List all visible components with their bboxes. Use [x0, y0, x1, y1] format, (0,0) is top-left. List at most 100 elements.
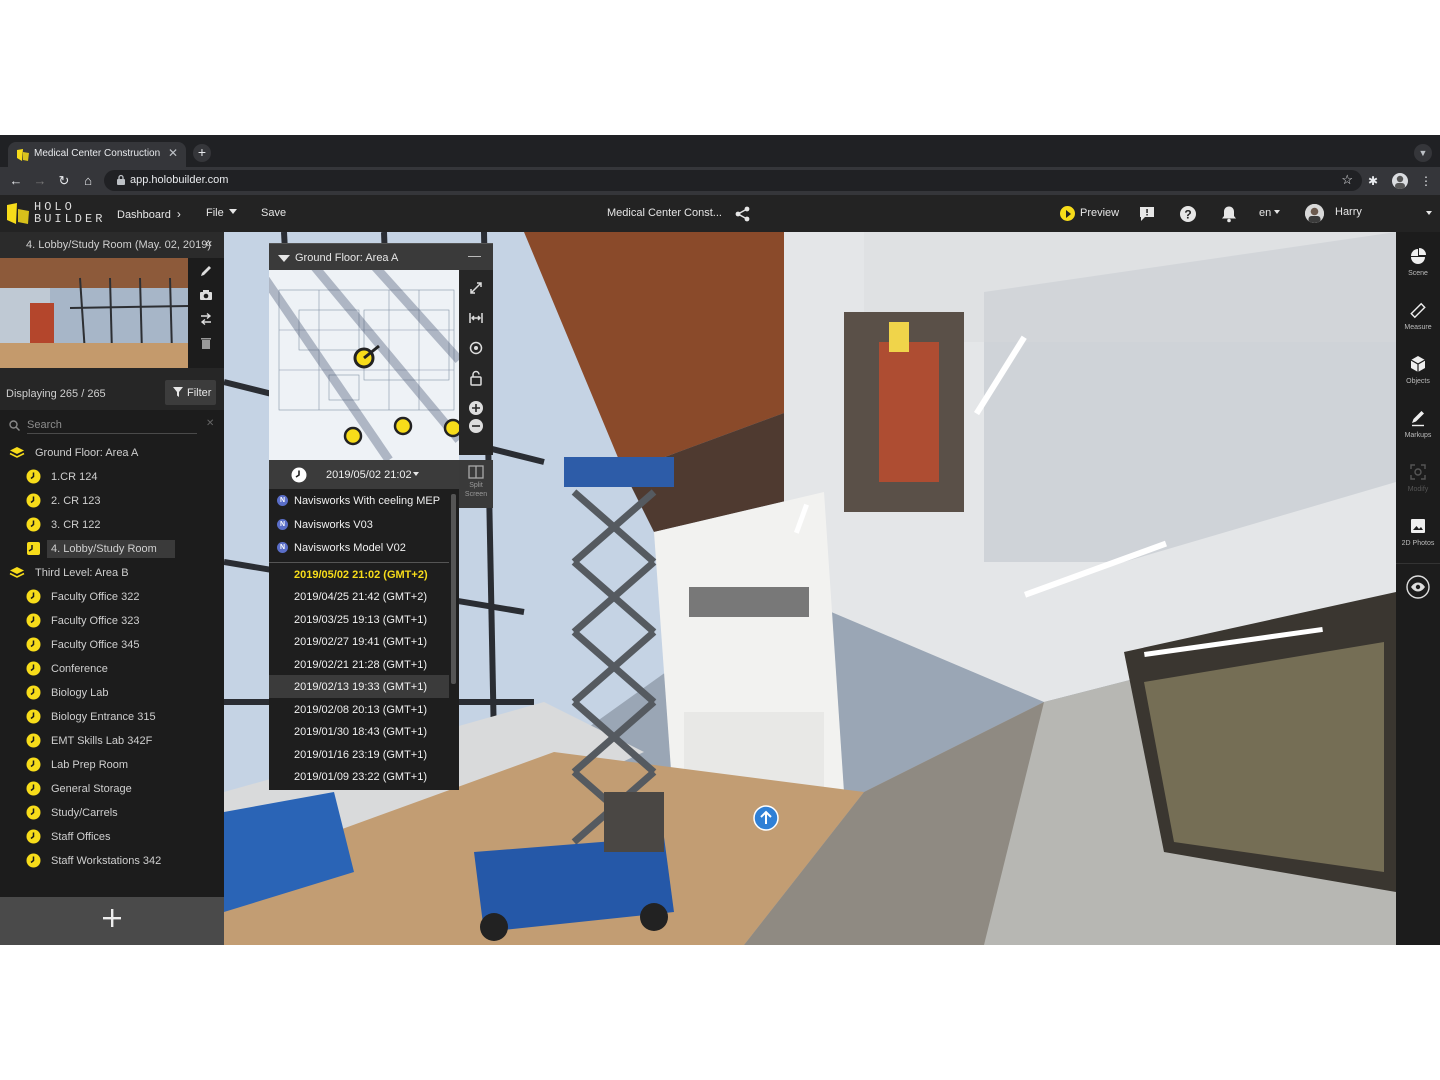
- view-mode-eye-icon[interactable]: [1406, 575, 1430, 599]
- bim-model-item[interactable]: N Navisworks V03: [269, 513, 449, 537]
- minimap-header[interactable]: Ground Floor: Area A —: [269, 243, 493, 270]
- home-icon[interactable]: ⌂: [79, 172, 97, 190]
- language-select[interactable]: en: [1259, 207, 1281, 219]
- locate-icon[interactable]: [468, 340, 484, 356]
- tree-item-selected[interactable]: 4. Lobby/Study Room: [0, 537, 224, 561]
- clock-icon: [26, 637, 41, 652]
- capture-date-label: 2019/01/30 18:43 (GMT+1): [294, 726, 427, 738]
- tree-group[interactable]: Third Level: Area B: [0, 561, 224, 585]
- bim-model-item[interactable]: N Navisworks Model V02: [269, 536, 449, 560]
- tree-item[interactable]: Lab Prep Room: [0, 753, 224, 777]
- svg-text:?: ?: [1184, 208, 1191, 222]
- capture-date-item[interactable]: 2019/02/27 19:41 (GMT+1): [269, 630, 449, 653]
- holobuilder-logo[interactable]: HOLO BUILDER: [6, 200, 106, 228]
- tree-item[interactable]: 3. CR 122: [0, 513, 224, 537]
- add-scene-button[interactable]: [0, 897, 224, 945]
- tree-item[interactable]: Faculty Office 345: [0, 633, 224, 657]
- tree-item[interactable]: General Storage: [0, 777, 224, 801]
- fit-width-icon[interactable]: [468, 310, 484, 326]
- collapse-sidebar-icon[interactable]: «: [205, 236, 212, 250]
- forward-icon[interactable]: →: [31, 172, 49, 190]
- capture-date-item[interactable]: 2019/03/25 19:13 (GMT+1): [269, 608, 449, 631]
- user-avatar[interactable]: [1305, 204, 1324, 223]
- swap-icon[interactable]: [199, 312, 213, 326]
- split-screen-button[interactable]: Split Screen: [459, 460, 493, 508]
- tree-item[interactable]: Staff Offices: [0, 825, 224, 849]
- play-icon: [1060, 206, 1075, 221]
- image-icon: [1411, 519, 1425, 533]
- objects-tool-button[interactable]: Objects: [1396, 355, 1440, 405]
- search-icon: [9, 420, 20, 431]
- trash-icon[interactable]: [199, 336, 213, 350]
- clock-icon: [26, 517, 41, 532]
- bim-model-item[interactable]: N Navisworks With ceeling MEP: [269, 489, 449, 513]
- chrome-profile-avatar[interactable]: [1392, 173, 1408, 189]
- lock-open-icon[interactable]: [468, 370, 484, 386]
- tree-item[interactable]: Study/Carrels: [0, 801, 224, 825]
- tab-close-icon[interactable]: ✕: [168, 146, 178, 160]
- reload-icon[interactable]: ↻: [55, 172, 73, 190]
- minimize-minimap-icon[interactable]: —: [468, 248, 481, 263]
- results-count: Displaying 265 / 265: [6, 388, 106, 400]
- user-menu-chevron-icon[interactable]: [1426, 211, 1432, 215]
- capture-date-item[interactable]: 2019/02/13 19:33 (GMT+1): [269, 675, 449, 698]
- camera-icon[interactable]: [199, 288, 213, 302]
- expand-icon[interactable]: [468, 280, 484, 296]
- tree-group[interactable]: Ground Floor: Area A: [0, 441, 224, 465]
- timeline-header[interactable]: 2019/05/02 21:02: [269, 460, 459, 489]
- tree-item[interactable]: Conference: [0, 657, 224, 681]
- file-menu[interactable]: File: [206, 207, 237, 219]
- tree-item[interactable]: Biology Entrance 315: [0, 705, 224, 729]
- scene-thumbnail[interactable]: [0, 258, 188, 368]
- minimap-tools: [459, 270, 493, 455]
- tree-item[interactable]: Faculty Office 322: [0, 585, 224, 609]
- tree-group-label: Ground Floor: Area A: [35, 447, 139, 459]
- holobuilder-favicon: [17, 149, 29, 161]
- capture-date-item[interactable]: 2019/01/16 23:19 (GMT+1): [269, 743, 449, 766]
- search-input[interactable]: [27, 417, 197, 434]
- clear-search-icon[interactable]: ✕: [206, 418, 214, 429]
- url-text: app.holobuilder.com: [130, 174, 229, 186]
- tree-item[interactable]: Faculty Office 323: [0, 609, 224, 633]
- capture-date-item[interactable]: 2019/01/30 18:43 (GMT+1): [269, 720, 449, 743]
- capture-date-item[interactable]: 2019/04/25 21:42 (GMT+2): [269, 585, 449, 608]
- capture-date-current[interactable]: 2019/05/02 21:02 (GMT+2): [269, 563, 449, 586]
- share-icon[interactable]: [734, 205, 752, 223]
- photos-2d-tool-button[interactable]: 2D Photos: [1396, 517, 1440, 567]
- back-icon[interactable]: ←: [7, 172, 25, 190]
- collapse-triangle-icon[interactable]: [278, 255, 290, 262]
- floor-plan[interactable]: [269, 270, 459, 460]
- scene-title-bar: 4. Lobby/Study Room (May. 02, 2019) «: [0, 232, 224, 258]
- bookmark-star-icon[interactable]: ☆: [1341, 172, 1353, 188]
- address-bar[interactable]: app.holobuilder.com ☆: [104, 170, 1362, 191]
- tree-item[interactable]: 1.CR 124: [0, 465, 224, 489]
- clock-icon: [26, 829, 41, 844]
- browser-tab[interactable]: Medical Center Construction ✕: [8, 142, 186, 167]
- timeline-scrollbar[interactable]: [451, 494, 456, 684]
- capture-date-item[interactable]: 2019/02/08 20:13 (GMT+1): [269, 698, 449, 721]
- notifications-bell-icon[interactable]: [1220, 205, 1238, 223]
- chrome-menu-icon[interactable]: ⋮: [1420, 172, 1432, 190]
- edit-pencil-icon[interactable]: [199, 264, 213, 278]
- tree-item[interactable]: Staff Workstations 342: [0, 849, 224, 873]
- tab-search-icon[interactable]: ▼: [1414, 144, 1432, 162]
- help-icon[interactable]: ?: [1179, 205, 1197, 223]
- save-button[interactable]: Save: [261, 207, 286, 219]
- new-tab-button[interactable]: +: [193, 144, 211, 162]
- tree-item[interactable]: Biology Lab: [0, 681, 224, 705]
- markups-tool-button[interactable]: Markups: [1396, 409, 1440, 459]
- scene-tool-button[interactable]: Scene: [1396, 247, 1440, 297]
- capture-date-item[interactable]: 2019/01/09 23:22 (GMT+1): [269, 765, 449, 788]
- dashboard-menu[interactable]: Dashboard ›: [117, 207, 181, 221]
- navigate-forward-arrow-icon[interactable]: [753, 805, 779, 831]
- tree-item[interactable]: 2. CR 123: [0, 489, 224, 513]
- capture-date-item[interactable]: 2019/02/21 21:28 (GMT+1): [269, 653, 449, 676]
- zoom-in-icon[interactable]: [468, 400, 484, 416]
- tree-item[interactable]: EMT Skills Lab 342F: [0, 729, 224, 753]
- filter-button[interactable]: Filter: [165, 380, 216, 405]
- feedback-icon[interactable]: [1138, 205, 1156, 223]
- modify-tool-button[interactable]: Modify: [1396, 463, 1440, 513]
- extensions-icon[interactable]: ✱: [1368, 172, 1378, 190]
- zoom-out-icon[interactable]: [468, 418, 484, 434]
- measure-tool-button[interactable]: Measure: [1396, 301, 1440, 351]
